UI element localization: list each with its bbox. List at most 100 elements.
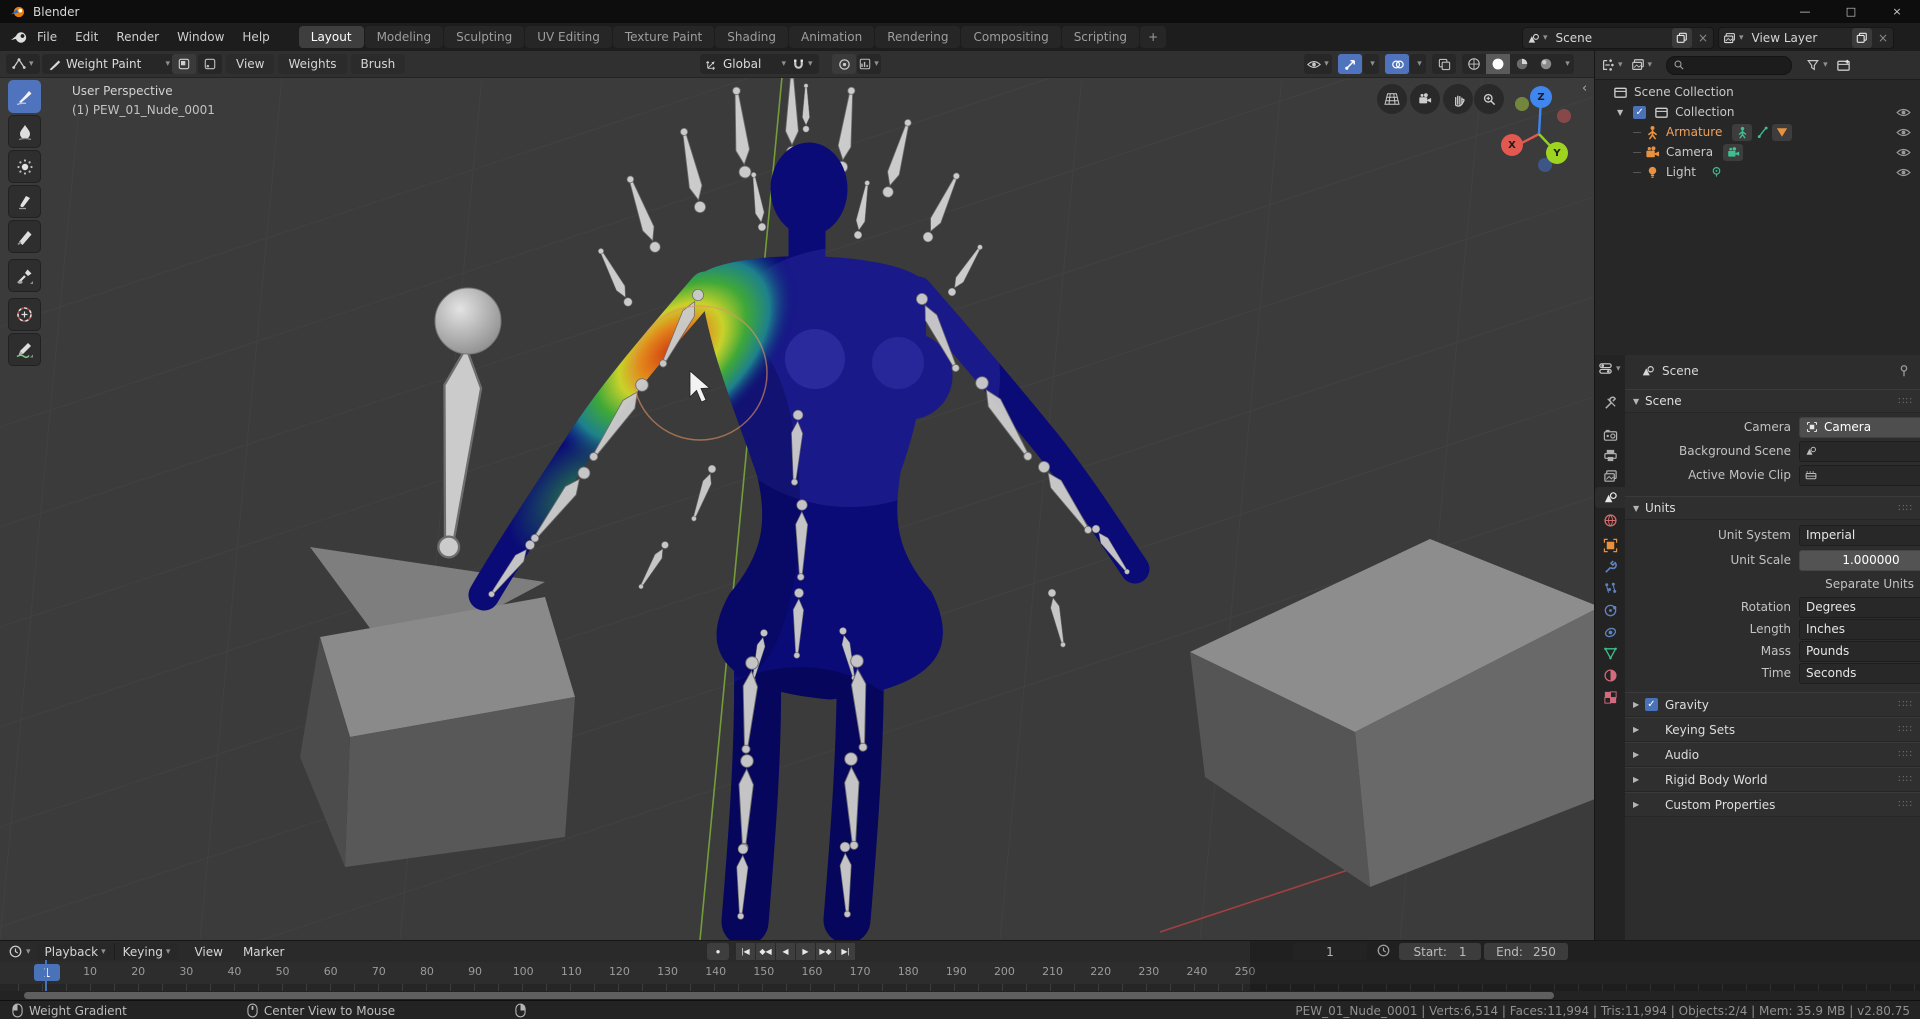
mass-dropdown[interactable]: Pounds▾	[1799, 641, 1920, 662]
workspace-tab[interactable]: Animation	[789, 26, 874, 48]
paint-mask-verts-toggle[interactable]	[198, 54, 222, 74]
menu-brush[interactable]: Brush	[351, 54, 406, 74]
gizmo-dropdown[interactable]: ▾	[1363, 54, 1379, 74]
workspace-tab[interactable]: Texture Paint	[613, 26, 714, 48]
camera-view-button[interactable]	[1410, 84, 1440, 114]
collapsed-panel-header[interactable]: ▶ Custom Properties	[1625, 792, 1920, 817]
scene-icon[interactable]: ▾	[1523, 28, 1552, 48]
toggle-perspective-button[interactable]	[1377, 84, 1407, 114]
menu-marker[interactable]: Marker	[233, 945, 294, 959]
close-button[interactable]: ×	[1874, 0, 1920, 23]
scene-name[interactable]: Scene	[1552, 31, 1671, 45]
current-frame-badge[interactable]: 1	[34, 964, 60, 981]
timeline-editor-type-button[interactable]: ▾	[8, 944, 31, 959]
jump-to-end[interactable]: ▶|	[836, 943, 855, 960]
shading-material-button[interactable]	[1510, 54, 1534, 74]
drag-dots-icon[interactable]	[1898, 396, 1913, 407]
collapsed-panel-header[interactable]: ▶ Keying Sets	[1625, 717, 1920, 742]
proportional-falloff-dropdown[interactable]: ▾	[857, 54, 881, 74]
tab-constraints[interactable]	[1595, 622, 1625, 643]
collapsed-panel-header[interactable]: ▶ Rigid Body World	[1625, 767, 1920, 792]
scene-selector[interactable]: ▾ Scene ×	[1522, 27, 1714, 49]
tool-blur[interactable]	[8, 115, 41, 148]
menu-edit[interactable]: Edit	[66, 26, 107, 48]
menu-view[interactable]: View	[226, 54, 274, 74]
mesh-child-badge[interactable]	[1772, 124, 1792, 141]
menu-window[interactable]: Window	[168, 26, 233, 48]
view-layer-name[interactable]: View Layer	[1748, 31, 1851, 45]
time-dropdown[interactable]: Seconds▾	[1799, 663, 1920, 684]
navigation-gizmo[interactable]: X Y Z	[1493, 84, 1585, 176]
tab-tool[interactable]	[1595, 393, 1625, 414]
workspace-tab[interactable]: Sculpting	[444, 26, 524, 48]
active-movie-clip-field[interactable]	[1799, 465, 1920, 486]
menu-help[interactable]: Help	[233, 26, 278, 48]
tool-average[interactable]	[8, 150, 41, 183]
panel-checkbox[interactable]	[1645, 698, 1658, 711]
outliner-row-armature[interactable]: Armature	[1595, 122, 1920, 142]
shading-dropdown[interactable]: ▾	[1558, 54, 1574, 74]
mode-dropdown[interactable]: Weight Paint ▾	[42, 54, 176, 74]
outliner-display-mode-dropdown[interactable]: ▾	[1601, 58, 1623, 72]
show-gizmo-toggle[interactable]	[1338, 54, 1362, 74]
tab-view-layer[interactable]	[1595, 466, 1625, 487]
new-view-layer-button[interactable]	[1852, 28, 1872, 48]
paint-mask-faces-toggle[interactable]	[172, 54, 196, 74]
editor-type-button[interactable]: ▾	[6, 54, 40, 74]
camera-data-badge[interactable]	[1723, 144, 1743, 161]
tool-sample-weight[interactable]	[8, 259, 41, 292]
tab-modifiers[interactable]	[1595, 557, 1625, 578]
next-keyframe[interactable]: ▶◆	[816, 943, 835, 960]
unlink-scene-button[interactable]: ×	[1693, 31, 1713, 45]
play-reverse[interactable]: ◀	[776, 943, 795, 960]
new-scene-button[interactable]	[1672, 28, 1692, 48]
panel-units-header[interactable]: ▼ Units	[1625, 496, 1920, 520]
timeline-scrollbar[interactable]	[24, 992, 1554, 999]
eye-icon[interactable]	[1896, 165, 1911, 179]
transform-orientation-dropdown[interactable]: Global ▾	[700, 54, 792, 74]
rotation-dropdown[interactable]: Degrees▾	[1799, 597, 1920, 618]
add-workspace-button[interactable]: +	[1140, 26, 1166, 48]
blender-menu-icon[interactable]	[10, 30, 28, 45]
overlays-dropdown[interactable]: ▾	[1410, 54, 1426, 74]
tab-texture[interactable]	[1595, 687, 1625, 708]
menu-file[interactable]: File	[28, 26, 66, 48]
outliner-search[interactable]	[1666, 56, 1792, 75]
view-layer-icon[interactable]: ▾	[1719, 28, 1748, 48]
workspace-tab[interactable]: Scripting	[1062, 26, 1139, 48]
move-view-button[interactable]	[1443, 84, 1473, 114]
xray-toggle[interactable]	[1432, 54, 1456, 74]
eye-icon[interactable]	[1896, 125, 1911, 139]
panel-scene-header[interactable]: ▼ Scene	[1625, 389, 1920, 413]
tab-material[interactable]	[1595, 665, 1625, 686]
length-dropdown[interactable]: Inches▾	[1799, 619, 1920, 640]
shading-solid-button[interactable]	[1486, 54, 1510, 74]
outliner-filter-dropdown[interactable]: ▾	[1806, 58, 1828, 72]
tool-smear[interactable]	[8, 185, 41, 218]
outliner-filter-mode-dropdown[interactable]: ▾	[1631, 58, 1653, 72]
outliner-label[interactable]: Collection	[1675, 105, 1734, 119]
breadcrumb-label[interactable]: Scene	[1662, 364, 1699, 378]
show-overlays-toggle[interactable]	[1385, 54, 1409, 74]
jump-to-start[interactable]: |◀	[736, 943, 755, 960]
outliner-search-input[interactable]	[1685, 58, 1775, 72]
outliner-row-collection[interactable]: ▼ ✓ Collection	[1595, 102, 1920, 122]
scene-camera-field[interactable]: Camera ×	[1799, 417, 1920, 438]
tool-annotate[interactable]	[8, 333, 41, 366]
outliner-row-light[interactable]: Light	[1595, 162, 1920, 182]
sidebar-collapse-arrow[interactable]: ‹	[1582, 81, 1587, 96]
playhead-line[interactable]	[45, 960, 47, 991]
drag-dots-icon[interactable]	[1898, 749, 1913, 760]
outliner-label[interactable]: Scene Collection	[1634, 85, 1734, 99]
drag-dots-icon[interactable]	[1898, 799, 1913, 810]
drag-dots-icon[interactable]	[1898, 724, 1913, 735]
outliner-label[interactable]: Camera	[1666, 145, 1713, 159]
pin-icon[interactable]	[1897, 364, 1911, 379]
tab-object[interactable]	[1595, 535, 1625, 556]
background-scene-field[interactable]	[1799, 441, 1920, 462]
menu-view[interactable]: View	[184, 945, 232, 959]
workspace-tab[interactable]: Rendering	[875, 26, 960, 48]
auto-keying-record-button[interactable]: ●	[707, 943, 729, 960]
unit-scale-slider[interactable]: 1.000000	[1799, 550, 1920, 571]
collection-checkbox[interactable]: ✓	[1633, 106, 1646, 119]
